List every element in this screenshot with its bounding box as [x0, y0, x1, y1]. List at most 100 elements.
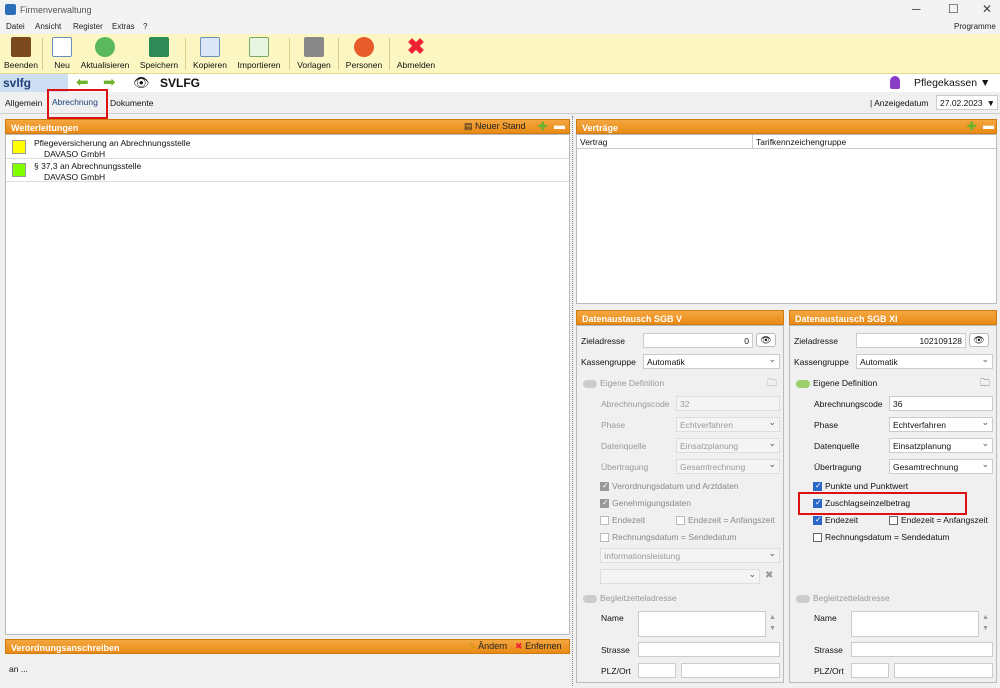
add-icon[interactable]: ✚: [538, 120, 547, 133]
plz-field[interactable]: [851, 663, 889, 678]
menu-ansicht[interactable]: Ansicht: [35, 22, 61, 31]
neu-button[interactable]: Neu: [48, 34, 76, 74]
window-title: Firmenverwaltung: [20, 5, 92, 15]
genehmigung-checkbox[interactable]: Genehmigungsdaten: [600, 498, 691, 509]
punkte-checkbox[interactable]: Punkte und Punktwert: [813, 481, 908, 492]
eye-icon[interactable]: 👁: [133, 75, 150, 90]
arrow-left-icon[interactable]: ⬅: [76, 75, 89, 90]
personen-button[interactable]: Personen: [342, 34, 386, 74]
importieren-button[interactable]: Importieren: [232, 34, 286, 74]
abrechnungscode-field[interactable]: 36: [889, 396, 993, 411]
abrechnungscode-field[interactable]: 32: [676, 396, 780, 411]
menu-datei[interactable]: Datei: [6, 22, 25, 31]
abmelden-button[interactable]: ✖ Abmelden: [393, 34, 439, 74]
zieladresse-field[interactable]: 102109128: [856, 333, 966, 348]
endezeit-checkbox[interactable]: Endezeit: [600, 515, 645, 526]
eigene-definition-toggle[interactable]: Eigene Definition: [583, 378, 664, 388]
rechnungsdatum-checkbox[interactable]: Rechnungsdatum = Sendedatum: [813, 532, 950, 543]
zieladresse-field[interactable]: 0: [643, 333, 753, 348]
name-field[interactable]: [851, 611, 979, 637]
color-swatch: [12, 163, 26, 177]
scroll-arrows-icon[interactable]: ▲ ▼: [769, 612, 776, 634]
begleitzettel-label: Begleitzetteladresse: [813, 593, 890, 603]
minus-icon[interactable]: ▬: [554, 120, 565, 132]
eigene-definition-toggle[interactable]: Eigene Definition: [796, 378, 877, 388]
clear-x-icon[interactable]: ✖: [765, 570, 773, 581]
group-selector[interactable]: Pflegekassen ▼: [914, 77, 990, 89]
aktualisieren-button[interactable]: Aktualisieren: [78, 34, 132, 74]
kassengruppe-label: Kassengruppe: [581, 357, 636, 367]
ort-field[interactable]: [681, 663, 780, 678]
tab-dokumente[interactable]: Dokumente: [110, 98, 153, 108]
list-item[interactable]: § 37,3 an Abrechnungsstelle DAVASO GmbH: [6, 159, 569, 182]
eye-icon[interactable]: 👁: [969, 333, 989, 347]
menu-programme[interactable]: Programme: [954, 22, 996, 31]
kopieren-button[interactable]: Kopieren: [190, 34, 230, 74]
name-field[interactable]: [638, 611, 766, 637]
begleitzettel-toggle[interactable]: Begleitzetteladresse: [583, 593, 677, 603]
datenquelle-select[interactable]: Einsatzplanung: [676, 438, 780, 453]
minus-icon[interactable]: ▬: [983, 120, 994, 132]
neuer-stand-label: Neuer Stand: [475, 121, 526, 131]
highlight-abrechnung: [47, 89, 108, 119]
column-header-vertrag[interactable]: Vertrag: [577, 135, 753, 149]
rechnungsdatum-checkbox[interactable]: Rechnungsdatum = Sendedatum: [600, 532, 737, 543]
kassengruppe-select[interactable]: Automatik: [856, 354, 993, 369]
plz-ort-label: PLZ/Ort: [601, 666, 631, 676]
folder-icon[interactable]: 🗀: [767, 376, 777, 393]
menu-register[interactable]: Register: [73, 22, 103, 31]
leistung-detail-select[interactable]: [600, 569, 760, 584]
informationsleistung-select[interactable]: Informationsleistung: [600, 548, 780, 563]
entfernen-button[interactable]: ✖ Enfernen: [515, 641, 562, 652]
toolbar: Beenden Neu Aktualisieren Speichern Kopi…: [0, 34, 1000, 74]
arrow-right-icon[interactable]: ➡: [103, 75, 116, 90]
neuer-stand-button[interactable]: ▤ Neuer Stand: [464, 121, 526, 132]
plz-field[interactable]: [638, 663, 676, 678]
toolbar-separator: [185, 38, 186, 70]
begleitzettel-label: Begleitzetteladresse: [600, 593, 677, 603]
aendern-button[interactable]: ✎ Ändern: [468, 641, 507, 652]
name-label: Name: [814, 613, 837, 623]
verordnungsdatum-checkbox[interactable]: Verordnungsdatum und Arztdaten: [600, 481, 739, 492]
folder-icon[interactable]: 🗀: [980, 376, 990, 393]
column-header-tarifkennzeichengruppe[interactable]: Tarifkennzeichengruppe: [753, 135, 996, 149]
phase-select[interactable]: Echtverfahren: [676, 417, 780, 432]
vorlagen-button[interactable]: Vorlagen: [294, 34, 334, 74]
datenquelle-select[interactable]: Einsatzplanung: [889, 438, 993, 453]
begleitzettel-toggle[interactable]: Begleitzetteladresse: [796, 593, 890, 603]
kassengruppe-select[interactable]: Automatik: [643, 354, 780, 369]
scroll-arrows-icon[interactable]: ▲ ▼: [982, 612, 989, 634]
eye-icon[interactable]: 👁: [756, 333, 776, 347]
close-button[interactable]: ✕: [982, 2, 992, 16]
tab-allgemein[interactable]: Allgemein: [5, 98, 42, 108]
splitter[interactable]: [572, 116, 573, 686]
page-icon: ▤: [464, 121, 473, 131]
menu-extras[interactable]: Extras: [112, 22, 135, 31]
informationsleistung-value: Informationsleistung: [604, 551, 681, 561]
phase-select[interactable]: Echtverfahren: [889, 417, 993, 432]
endezeit-anfang-checkbox[interactable]: Endezeit = Anfangszeit: [676, 515, 775, 526]
anzeigedatum-select[interactable]: 27.02.2023 ▼: [936, 95, 998, 110]
list-item[interactable]: Pflegeversicherung an Abrechnungsstelle …: [6, 136, 569, 159]
importieren-label: Importieren: [237, 60, 281, 70]
speichern-button[interactable]: Speichern: [136, 34, 182, 74]
printer-icon: [304, 37, 324, 57]
uebertragung-select[interactable]: Gesamtrechnung: [889, 459, 993, 474]
menu-help[interactable]: ?: [143, 22, 147, 31]
uebertragung-select[interactable]: Gesamtrechnung: [676, 459, 780, 474]
beenden-button[interactable]: Beenden: [2, 34, 40, 74]
endezeit-checkbox[interactable]: Endezeit: [813, 515, 858, 526]
endezeit-anfang-checkbox[interactable]: Endezeit = Anfangszeit: [889, 515, 988, 526]
minimize-button[interactable]: ─: [912, 2, 921, 16]
strasse-field[interactable]: [638, 642, 780, 657]
kopieren-label: Kopieren: [192, 60, 228, 70]
aktualisieren-label: Aktualisieren: [80, 60, 130, 70]
maximize-button[interactable]: ☐: [948, 2, 959, 16]
highlight-zuschlag: [798, 492, 967, 515]
ort-field[interactable]: [894, 663, 993, 678]
strasse-field[interactable]: [851, 642, 993, 657]
add-icon[interactable]: ✚: [967, 120, 976, 133]
vertraege-title: Verträge: [582, 123, 619, 133]
toolbar-separator: [289, 38, 290, 70]
abmelden-label: Abmelden: [396, 60, 436, 70]
